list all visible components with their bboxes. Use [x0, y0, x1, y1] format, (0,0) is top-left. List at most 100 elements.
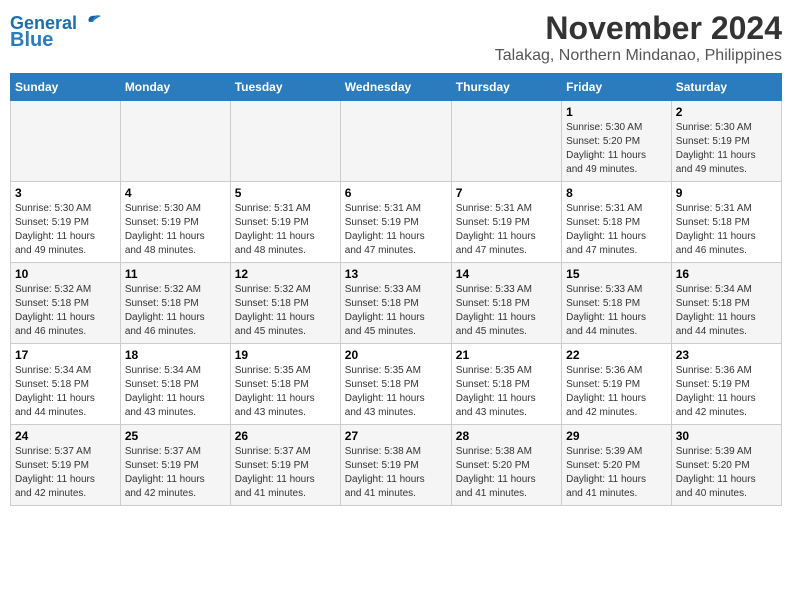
calendar-cell: 29 Sunrise: 5:39 AM Sunset: 5:20 PM Dayli…	[562, 425, 672, 506]
day-info: Sunrise: 5:35 AM Sunset: 5:18 PM Dayligh…	[456, 364, 557, 420]
page-header: General Blue November 2024 Talakag, Nort…	[10, 10, 782, 65]
calendar-cell: 5Sunrise: 5:31 AM Sunset: 5:19 PM Daylig…	[230, 182, 340, 263]
calendar-week-row: 17 Sunrise: 5:34 AM Sunset: 5:18 PM Dayli…	[11, 344, 782, 425]
calendar-cell: 3Sunrise: 5:30 AM Sunset: 5:19 PM Daylig…	[11, 182, 121, 263]
calendar-cell: 1 Sunrise: 5:30 AM Sunset: 5:20 PM Daylig…	[562, 101, 672, 182]
calendar-cell: 27 Sunrise: 5:38 AM Sunset: 5:19 PM Dayli…	[340, 425, 451, 506]
day-info: Sunrise: 5:33 AM Sunset: 5:18 PM Dayligh…	[456, 283, 557, 339]
day-number: 8	[566, 186, 667, 200]
day-number: 11	[125, 267, 226, 281]
day-number: 29	[566, 429, 667, 443]
day-info: Sunrise: 5:31 AM Sunset: 5:18 PM Dayligh…	[676, 202, 777, 258]
day-info: Sunrise: 5:38 AM Sunset: 5:20 PM Dayligh…	[456, 445, 557, 501]
day-info: Sunrise: 5:34 AM Sunset: 5:18 PM Dayligh…	[125, 364, 226, 420]
calendar-cell	[340, 101, 451, 182]
calendar-week-row: 10 Sunrise: 5:32 AM Sunset: 5:18 PM Dayli…	[11, 263, 782, 344]
day-number: 28	[456, 429, 557, 443]
day-info: Sunrise: 5:34 AM Sunset: 5:18 PM Dayligh…	[676, 283, 777, 339]
day-number: 23	[676, 348, 777, 362]
day-info: Sunrise: 5:32 AM Sunset: 5:18 PM Dayligh…	[235, 283, 336, 339]
calendar-cell	[230, 101, 340, 182]
day-number: 2	[676, 105, 777, 119]
calendar-cell: 18 Sunrise: 5:34 AM Sunset: 5:18 PM Dayli…	[120, 344, 230, 425]
calendar-cell: 12 Sunrise: 5:32 AM Sunset: 5:18 PM Dayli…	[230, 263, 340, 344]
day-info: Sunrise: 5:30 AM Sunset: 5:20 PM Dayligh…	[566, 121, 667, 177]
calendar-cell: 23 Sunrise: 5:36 AM Sunset: 5:19 PM Dayli…	[671, 344, 781, 425]
calendar-cell: 8 Sunrise: 5:31 AM Sunset: 5:18 PM Daylig…	[562, 182, 672, 263]
day-number: 17	[15, 348, 116, 362]
day-info: Sunrise: 5:31 AM Sunset: 5:19 PM Dayligh…	[235, 202, 336, 258]
calendar-cell: 16 Sunrise: 5:34 AM Sunset: 5:18 PM Dayli…	[671, 263, 781, 344]
header-friday: Friday	[562, 74, 672, 101]
day-info: Sunrise: 5:33 AM Sunset: 5:18 PM Dayligh…	[345, 283, 447, 339]
day-number: 10	[15, 267, 116, 281]
calendar-week-row: 3 Sunrise: 5:30 AM Sunset: 5:19 PM Daylig…	[11, 182, 782, 263]
day-info: Sunrise: 5:31 AM Sunset: 5:19 PM Dayligh…	[456, 202, 557, 258]
day-info: Sunrise: 5:32 AM Sunset: 5:18 PM Dayligh…	[15, 283, 116, 339]
calendar-cell: 22 Sunrise: 5:36 AM Sunset: 5:19 PM Dayli…	[562, 344, 672, 425]
day-number: 21	[456, 348, 557, 362]
day-number: 12	[235, 267, 336, 281]
calendar-cell: 15 Sunrise: 5:33 AM Sunset: 5:18 PM Dayli…	[562, 263, 672, 344]
day-info: Sunrise: 5:39 AM Sunset: 5:20 PM Dayligh…	[566, 445, 667, 501]
day-number: 15	[566, 267, 667, 281]
day-info: Sunrise: 5:39 AM Sunset: 5:20 PM Dayligh…	[676, 445, 777, 501]
calendar-cell: 30 Sunrise: 5:39 AM Sunset: 5:20 PM Dayli…	[671, 425, 781, 506]
day-number: 1	[566, 105, 667, 119]
header-monday: Monday	[120, 74, 230, 101]
day-info: Sunrise: 5:33 AM Sunset: 5:18 PM Dayligh…	[566, 283, 667, 339]
day-number: 16	[676, 267, 777, 281]
day-number: 18	[125, 348, 226, 362]
calendar-cell	[120, 101, 230, 182]
day-info: Sunrise: 5:38 AM Sunset: 5:19 PM Dayligh…	[345, 445, 447, 501]
day-number: 27	[345, 429, 447, 443]
day-info: Sunrise: 5:30 AM Sunset: 5:19 PM Dayligh…	[125, 202, 226, 258]
calendar-cell: 17 Sunrise: 5:34 AM Sunset: 5:18 PM Dayli…	[11, 344, 121, 425]
calendar-cell: 13 Sunrise: 5:33 AM Sunset: 5:18 PM Dayli…	[340, 263, 451, 344]
calendar-cell: 28 Sunrise: 5:38 AM Sunset: 5:20 PM Dayli…	[451, 425, 561, 506]
day-number: 20	[345, 348, 447, 362]
logo-blue-text: Blue	[10, 30, 53, 50]
day-info: Sunrise: 5:32 AM Sunset: 5:18 PM Dayligh…	[125, 283, 226, 339]
day-info: Sunrise: 5:31 AM Sunset: 5:19 PM Dayligh…	[345, 202, 447, 258]
calendar-cell: 9Sunrise: 5:31 AM Sunset: 5:18 PM Daylig…	[671, 182, 781, 263]
day-info: Sunrise: 5:30 AM Sunset: 5:19 PM Dayligh…	[676, 121, 777, 177]
day-number: 30	[676, 429, 777, 443]
day-number: 4	[125, 186, 226, 200]
day-number: 14	[456, 267, 557, 281]
calendar-table: SundayMondayTuesdayWednesdayThursdayFrid…	[10, 73, 782, 506]
calendar-cell: 20 Sunrise: 5:35 AM Sunset: 5:18 PM Dayli…	[340, 344, 451, 425]
day-number: 24	[15, 429, 116, 443]
calendar-cell	[451, 101, 561, 182]
calendar-week-row: 24 Sunrise: 5:37 AM Sunset: 5:19 PM Dayli…	[11, 425, 782, 506]
day-info: Sunrise: 5:36 AM Sunset: 5:19 PM Dayligh…	[676, 364, 777, 420]
header-thursday: Thursday	[451, 74, 561, 101]
header-tuesday: Tuesday	[230, 74, 340, 101]
calendar-cell: 6Sunrise: 5:31 AM Sunset: 5:19 PM Daylig…	[340, 182, 451, 263]
calendar-cell: 25Sunrise: 5:37 AM Sunset: 5:19 PM Dayli…	[120, 425, 230, 506]
header-sunday: Sunday	[11, 74, 121, 101]
calendar-cell: 21 Sunrise: 5:35 AM Sunset: 5:18 PM Dayli…	[451, 344, 561, 425]
calendar-cell: 14 Sunrise: 5:33 AM Sunset: 5:18 PM Dayli…	[451, 263, 561, 344]
calendar-cell	[11, 101, 121, 182]
day-info: Sunrise: 5:37 AM Sunset: 5:19 PM Dayligh…	[15, 445, 116, 501]
logo: General Blue	[10, 10, 101, 50]
day-number: 3	[15, 186, 116, 200]
day-info: Sunrise: 5:37 AM Sunset: 5:19 PM Dayligh…	[235, 445, 336, 501]
day-info: Sunrise: 5:31 AM Sunset: 5:18 PM Dayligh…	[566, 202, 667, 258]
logo-bird-icon	[79, 14, 101, 30]
subtitle: Talakag, Northern Mindanao, Philippines	[495, 47, 782, 65]
day-number: 22	[566, 348, 667, 362]
day-info: Sunrise: 5:35 AM Sunset: 5:18 PM Dayligh…	[345, 364, 447, 420]
calendar-cell: 24 Sunrise: 5:37 AM Sunset: 5:19 PM Dayli…	[11, 425, 121, 506]
header-saturday: Saturday	[671, 74, 781, 101]
calendar-cell: 10 Sunrise: 5:32 AM Sunset: 5:18 PM Dayli…	[11, 263, 121, 344]
main-title: November 2024	[495, 10, 782, 47]
calendar-cell: 19Sunrise: 5:35 AM Sunset: 5:18 PM Dayli…	[230, 344, 340, 425]
day-info: Sunrise: 5:34 AM Sunset: 5:18 PM Dayligh…	[15, 364, 116, 420]
calendar-cell: 26Sunrise: 5:37 AM Sunset: 5:19 PM Dayli…	[230, 425, 340, 506]
day-number: 13	[345, 267, 447, 281]
day-info: Sunrise: 5:36 AM Sunset: 5:19 PM Dayligh…	[566, 364, 667, 420]
header-wednesday: Wednesday	[340, 74, 451, 101]
day-info: Sunrise: 5:37 AM Sunset: 5:19 PM Dayligh…	[125, 445, 226, 501]
